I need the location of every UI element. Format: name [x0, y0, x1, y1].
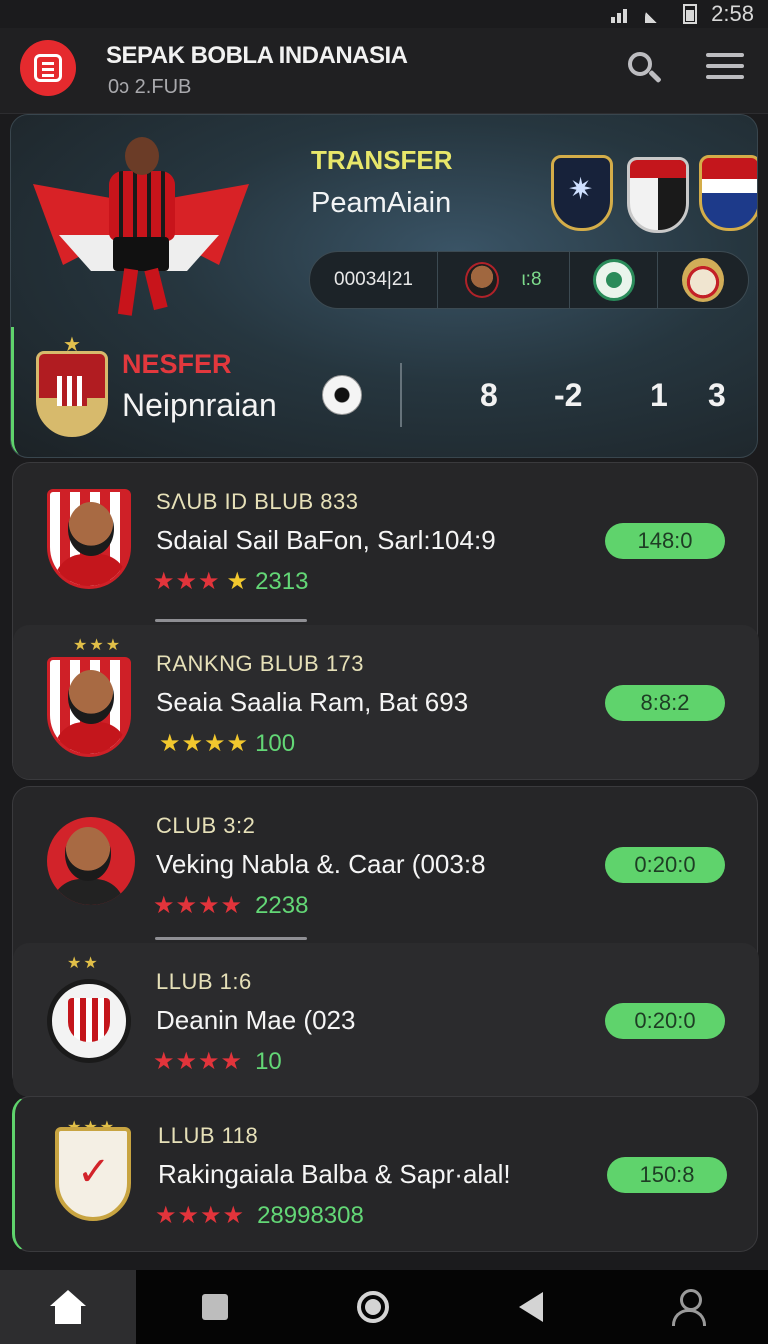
value-pill[interactable]: 8:8:2	[605, 685, 725, 721]
item-rating: ★★★★ 10	[153, 1047, 282, 1076]
signal-icon	[611, 5, 631, 23]
item-title: Seaia Saalia Ram, Bat 693	[156, 687, 469, 717]
rating-value: 2313	[255, 567, 309, 595]
app-subtitle: 0ɔ 2.FUB	[108, 76, 192, 98]
item-rating: ★★★ ★ 2313	[153, 567, 308, 596]
score-4: 3	[708, 377, 726, 413]
stat-player[interactable]: ι:8	[438, 252, 570, 308]
rating-value: 2238	[255, 891, 309, 919]
item-rating: ★★★★ 100	[153, 729, 295, 758]
stars-icon: ★★	[67, 955, 100, 972]
list-item[interactable]: SΛUB ID BLUB 833 Sdaial Sail BaFon, Sarl…	[13, 463, 759, 617]
home-icon	[50, 1290, 86, 1324]
score-2: -2	[554, 377, 583, 413]
list-item[interactable]: CLUB 3:2 Veking Nabla &. Caar (003:8 ★★★…	[13, 787, 759, 941]
back-icon	[519, 1292, 543, 1322]
stat-club-a[interactable]	[570, 252, 658, 308]
rating-value: 10	[255, 1047, 282, 1075]
item-title: Sdaial Sail BaFon, Sarl:104:9	[156, 525, 496, 555]
club-badge-icon	[47, 979, 131, 1063]
hero-player-name: PeamAiain	[311, 187, 452, 219]
hero-stat-bar: 00034|21 ι:8	[309, 251, 749, 309]
wifi-icon	[645, 5, 670, 23]
bottom-navigation	[0, 1270, 768, 1344]
item-title: Veking Nabla &. Caar (003:8	[156, 849, 486, 879]
app-title: SEPAK BOBLA INDANASIA	[106, 42, 408, 69]
club-card: SΛUB ID BLUB 833 Sdaial Sail BaFon, Sarl…	[12, 462, 759, 780]
player-avatar	[465, 262, 500, 298]
stat-club-b[interactable]	[658, 252, 748, 308]
player-avatar	[47, 657, 131, 757]
nav-home[interactable]	[0, 1270, 136, 1344]
star-icons-red: ★★★	[153, 568, 221, 595]
app-header: SEPAK BOBLA INDANASIA 0ɔ 2.FUB	[0, 28, 768, 114]
item-label: LLUB 118	[158, 1123, 259, 1148]
stat-value: ι:8	[521, 269, 542, 290]
player-avatar	[47, 489, 131, 589]
divider	[155, 937, 307, 940]
club-crest-icon	[36, 332, 108, 437]
status-time: 2:58	[711, 1, 754, 26]
stat-code: 00034|21	[310, 252, 438, 308]
item-label: SΛUB ID BLUB 833	[156, 489, 359, 514]
circle-icon	[357, 1291, 389, 1323]
stars-icon: ★★★	[73, 637, 123, 654]
rating-value: 100	[255, 729, 296, 757]
square-icon	[202, 1294, 228, 1320]
club-crest-tricolor[interactable]	[699, 155, 757, 231]
nav-home-button[interactable]	[294, 1270, 452, 1344]
star-icons-gold: ★★★★	[159, 730, 250, 757]
list-item[interactable]: ★★ LLUB 1:6 Deanin Mae (023 ★★★★ 10 0:20…	[13, 943, 759, 1097]
item-title: Deanin Mae (023	[156, 1005, 356, 1035]
club-crest-blue[interactable]	[551, 155, 613, 231]
value-pill[interactable]: 150:8	[607, 1157, 727, 1193]
football-icon	[322, 375, 362, 415]
value-pill[interactable]: 148:0	[605, 523, 725, 559]
menu-button[interactable]	[706, 50, 744, 82]
nav-back[interactable]	[452, 1270, 610, 1344]
club-card: ★★★ LLUB 118 Rakingaiala Balba & Sapr·al…	[12, 1096, 758, 1252]
item-rating: ★★★★ 28998308	[155, 1201, 364, 1230]
score-3: 1	[650, 377, 668, 413]
search-button[interactable]	[624, 48, 664, 88]
user-icon	[671, 1289, 707, 1326]
nav-recents[interactable]	[136, 1270, 294, 1344]
club-crest-bw[interactable]	[627, 157, 689, 233]
star-icons-red: ★★★★	[155, 1202, 246, 1229]
score-1: 8	[480, 377, 498, 413]
star-icons-red: ★★★★	[153, 892, 244, 919]
value-pill[interactable]: 0:20:0	[605, 1003, 725, 1039]
transfer-hero-card[interactable]: TRANSFER PeamAiain 00034|21 ι:8 NESFER N…	[10, 114, 758, 458]
divider	[400, 363, 402, 427]
value-pill[interactable]: 0:20:0	[605, 847, 725, 883]
item-title: Rakingaiala Balba & Sapr·alal!	[158, 1159, 511, 1189]
hero-label: TRANSFER	[311, 145, 453, 175]
status-bar: 2:58	[0, 0, 768, 28]
star-icons-red: ★★★★	[153, 1048, 244, 1075]
item-rating: ★★★★ 2238	[153, 891, 308, 920]
star-icons-gold: ★	[226, 568, 250, 595]
club-card: CLUB 3:2 Veking Nabla &. Caar (003:8 ★★★…	[12, 786, 759, 1097]
item-label: RANKNG BLUB 173	[156, 651, 365, 676]
club-shield-icon	[55, 1127, 131, 1221]
club-badge-icon	[682, 258, 724, 302]
item-label: LLUB 1:6	[156, 969, 252, 994]
hero-player-image	[29, 125, 249, 325]
hero-match-row: NESFER Neipnraian 8 -2 1 3	[11, 327, 757, 457]
list-item[interactable]: ★★★ RANKNG BLUB 173 Seaia Saalia Ram, Ba…	[13, 625, 759, 779]
lower-label: NESFER	[122, 349, 232, 379]
battery-icon	[683, 4, 698, 24]
club-badge-icon	[592, 259, 635, 301]
app-logo[interactable]	[20, 40, 76, 96]
player-avatar	[47, 817, 135, 905]
lower-name: Neipnraian	[122, 387, 277, 423]
logo-icon	[34, 54, 62, 82]
divider	[155, 619, 307, 622]
list-item[interactable]: ★★★ LLUB 118 Rakingaiala Balba & Sapr·al…	[15, 1097, 761, 1251]
nav-profile[interactable]	[610, 1270, 768, 1344]
item-label: CLUB 3:2	[156, 813, 256, 838]
rating-value: 28998308	[257, 1201, 364, 1229]
